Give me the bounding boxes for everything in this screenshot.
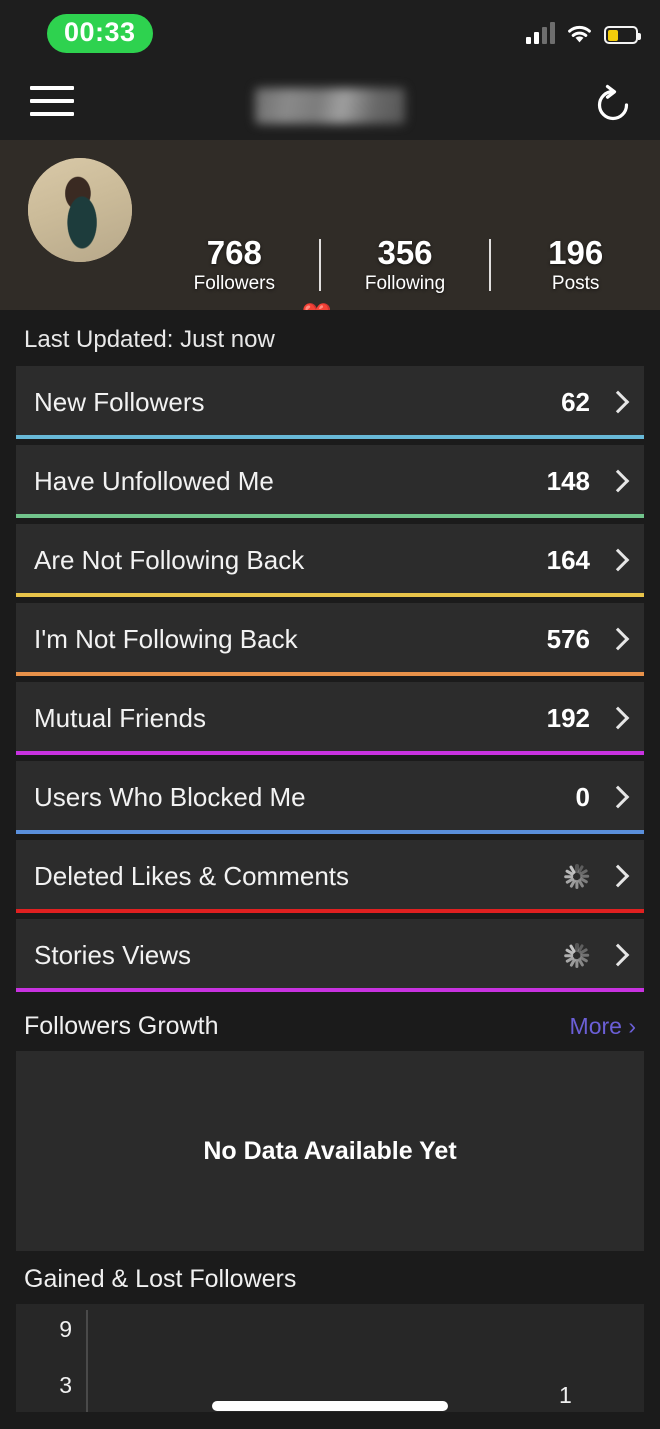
stats-row-count: 164: [546, 545, 590, 575]
refresh-icon[interactable]: [592, 84, 634, 126]
stats-row[interactable]: Have Unfollowed Me 148: [16, 445, 644, 518]
stats-row[interactable]: Users Who Blocked Me 0: [16, 761, 644, 834]
followers-growth-chart: No Data Available Yet: [16, 1051, 644, 1251]
stats-row-label: Are Not Following Back: [34, 545, 305, 575]
chevron-right-icon: [604, 864, 630, 890]
profile-stats: 768 Followers 356 Following 196 Posts: [150, 234, 660, 295]
row-accent-bar: [16, 514, 644, 518]
stats-row-label: Stories Views: [34, 940, 192, 970]
x-tick-label: 1: [559, 1382, 572, 1408]
loading-spinner-icon: [562, 941, 592, 971]
stat-posts-value: 196: [548, 234, 604, 271]
chevron-right-icon: [604, 390, 630, 416]
stats-row[interactable]: Deleted Likes & Comments: [16, 840, 644, 913]
followers-growth-more-link[interactable]: More ›: [570, 1013, 636, 1040]
chevron-right-icon: [604, 785, 630, 811]
gained-lost-header: Gained & Lost Followers: [0, 1251, 660, 1304]
stat-following-label: Following: [364, 272, 446, 294]
chevron-right-icon: [604, 469, 630, 495]
stats-row-count: 0: [575, 782, 590, 812]
home-indicator[interactable]: [212, 1401, 448, 1411]
stats-row[interactable]: Are Not Following Back 164: [16, 524, 644, 597]
row-accent-bar: [16, 435, 644, 439]
chevron-right-icon: [604, 943, 630, 969]
stats-row-label: I'm Not Following Back: [34, 624, 298, 654]
y-tick-label: 9: [59, 1316, 72, 1342]
stat-followers[interactable]: 768 Followers: [150, 234, 319, 295]
followers-growth-title: Followers Growth: [24, 1012, 219, 1040]
chart-y-axis: 9 3: [16, 1304, 86, 1412]
gained-lost-chart: 9 3 1: [16, 1304, 644, 1412]
gained-lost-title: Gained & Lost Followers: [24, 1265, 297, 1293]
chevron-right-icon: [604, 627, 630, 653]
row-accent-bar: [16, 988, 644, 992]
last-updated-text: Last Updated: Just now: [24, 326, 275, 353]
row-accent-bar: [16, 593, 644, 597]
stats-row[interactable]: Mutual Friends 192: [16, 682, 644, 755]
row-accent-bar: [16, 751, 644, 755]
wifi-icon: [566, 24, 593, 44]
stats-row-count: 148: [546, 466, 590, 496]
hamburger-menu-icon[interactable]: [30, 86, 74, 120]
row-accent-bar: [16, 830, 644, 834]
stats-row-label: Have Unfollowed Me: [34, 466, 274, 496]
stat-following[interactable]: 356 Following: [321, 234, 490, 295]
status-bar: 00:33: [0, 0, 660, 66]
cellular-signal-icon: [526, 22, 555, 44]
nav-bar: [0, 66, 660, 140]
no-data-message: No Data Available Yet: [203, 1136, 457, 1165]
stats-row-count: 192: [546, 703, 590, 733]
status-indicators: [526, 22, 641, 44]
stats-row-count: 576: [546, 624, 590, 654]
chevron-right-icon: [604, 706, 630, 732]
avatar[interactable]: [28, 158, 132, 262]
app-screen: 00:33 768 Followers 356 Following 196 Po…: [0, 0, 660, 1429]
stats-row[interactable]: New Followers 62: [16, 366, 644, 439]
stat-followers-value: 768: [206, 234, 262, 271]
row-accent-bar: [16, 672, 644, 676]
followers-growth-header: Followers Growth More ›: [0, 998, 660, 1051]
row-accent-bar: [16, 909, 644, 913]
stat-followers-label: Followers: [193, 272, 275, 294]
chevron-right-icon: [604, 548, 630, 574]
stat-posts[interactable]: 196 Posts: [491, 234, 660, 295]
stats-list: New Followers 62 Have Unfollowed Me 148 Are …: [0, 366, 660, 992]
stat-posts-label: Posts: [551, 272, 600, 294]
stats-row-label: Users Who Blocked Me: [34, 782, 306, 812]
profile-header: ❣️ 768 Followers 356 Following 196 Posts: [0, 140, 660, 310]
stats-row-label: Deleted Likes & Comments: [34, 861, 350, 891]
heart-emoji: ❣️: [298, 306, 335, 311]
battery-icon: [604, 26, 641, 44]
chart-axis-line: [86, 1310, 88, 1412]
stat-following-value: 356: [377, 234, 433, 271]
nav-title-redacted: [255, 88, 405, 124]
recording-time-pill: 00:33: [47, 14, 153, 53]
stats-row[interactable]: Stories Views: [16, 919, 644, 992]
loading-spinner-icon: [562, 862, 592, 892]
y-tick-label: 3: [59, 1372, 72, 1398]
stats-row-label: Mutual Friends: [34, 703, 206, 733]
stats-row[interactable]: I'm Not Following Back 576: [16, 603, 644, 676]
stats-row-label: New Followers: [34, 387, 205, 417]
stats-row-count: 62: [561, 387, 590, 417]
